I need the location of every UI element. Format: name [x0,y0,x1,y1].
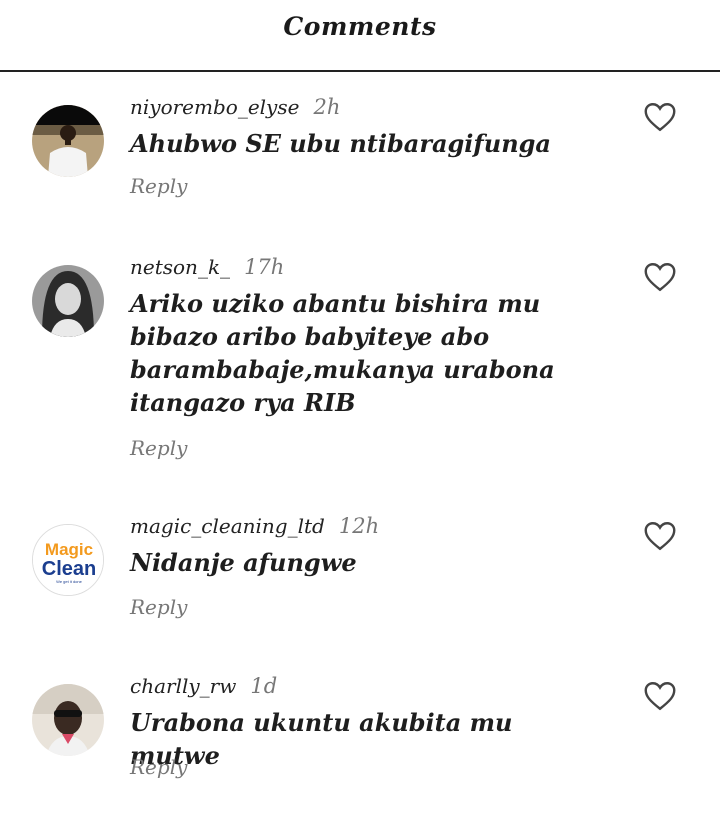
username-link[interactable]: magic_cleaning_ltd [130,514,325,538]
username-link[interactable]: niyorembo_elyse [130,95,299,119]
svg-text:Magic: Magic [45,540,93,559]
comment-meta: niyorembo_elyse 2h [130,95,340,119]
page-title: Comments [283,11,437,41]
comment-meta: magic_cleaning_ltd 12h [130,514,379,538]
heart-outline-icon[interactable] [642,678,678,714]
username-link[interactable]: netson_k_ [130,255,230,279]
reply-button[interactable]: Reply [130,174,187,198]
avatar-image [32,265,104,337]
reply-button[interactable]: Reply [130,755,187,779]
reply-button[interactable]: Reply [130,595,187,619]
comment-text: Ahubwo SE ubu ntibaragifunga [130,129,551,158]
heart-outline-icon[interactable] [642,99,678,135]
comment-meta: charlly_rw 1d [130,674,277,698]
avatar-image [32,684,104,756]
timestamp: 12h [338,514,380,538]
comments-header: Comments [0,0,720,72]
heart-outline-icon[interactable] [642,518,678,554]
avatar[interactable] [32,684,104,756]
magic-clean-logo: Magic Clean We get it done [33,525,103,595]
timestamp: 1d [250,674,278,698]
timestamp: 2h [313,95,341,119]
reply-button[interactable]: Reply [130,436,187,460]
comment-text: Urabona ukuntu akubita mu mutwe [130,708,513,770]
avatar[interactable] [32,105,104,177]
avatar[interactable]: Magic Clean We get it done [32,524,104,596]
comment-text: Nidanje afungwe [130,548,357,577]
comment-text: Ariko uziko abantu bishira mu bibazo ari… [130,289,555,417]
svg-text:Clean: Clean [42,558,96,580]
username-link[interactable]: charlly_rw [130,674,236,698]
avatar[interactable] [32,265,104,337]
avatar-image [32,105,104,177]
svg-text:We get it done: We get it done [56,579,82,584]
heart-outline-icon[interactable] [642,259,678,295]
comment-meta: netson_k_ 17h [130,255,284,279]
timestamp: 17h [244,255,285,279]
